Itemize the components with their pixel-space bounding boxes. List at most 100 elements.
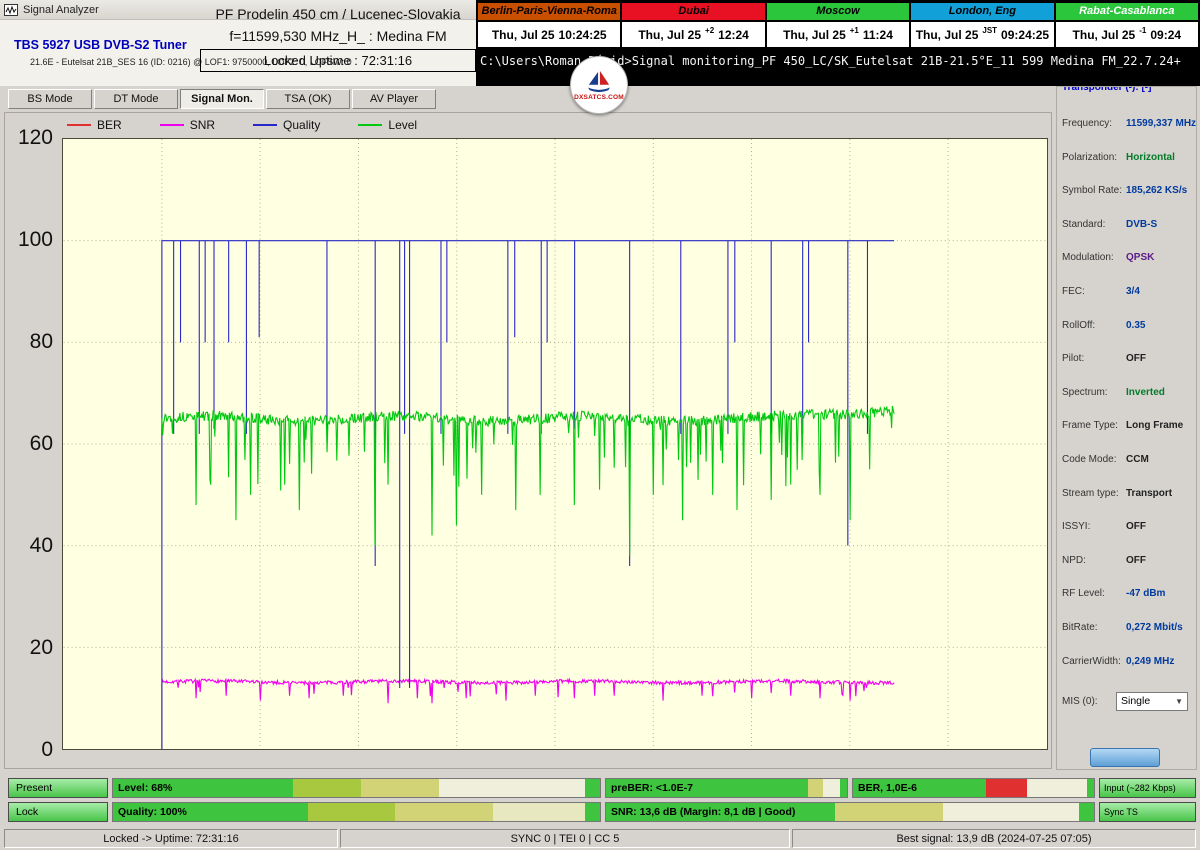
dxsatcs-logo: DXSATCS.COM — [570, 56, 628, 114]
series-snr — [161, 677, 895, 704]
param-row: Code Mode: CCM — [1062, 449, 1196, 483]
sidebar-blue-button[interactable] — [1090, 748, 1160, 768]
param-row: RollOff: 0.35 — [1062, 315, 1196, 349]
param-row: RF Level: -47 dBm — [1062, 583, 1196, 617]
statusbar-best-signal: Best signal: 13,9 dB (2024-07-25 07:05) — [792, 829, 1196, 848]
clock-datetime: Thu, Jul 25 +2 12:24 — [622, 22, 765, 47]
tab-tsa-ok[interactable]: TSA (OK) — [266, 89, 350, 109]
param-value: 185,262 KS/s — [1126, 185, 1188, 197]
param-label: Standard: — [1062, 218, 1106, 230]
present-indicator: Present — [8, 778, 108, 798]
param-row: Modulation: QPSK — [1062, 247, 1196, 281]
param-label: Pilot: — [1062, 353, 1085, 365]
param-label: ISSYI: — [1062, 521, 1091, 533]
y-axis-label: 120 — [17, 126, 53, 149]
param-label: Code Mode: — [1062, 453, 1117, 465]
param-value: -47 dBm — [1126, 588, 1166, 600]
antenna-info-block: PF Prodelin 450 cm / Lucenec-Slovakia f=… — [200, 6, 476, 72]
param-value: Inverted — [1126, 386, 1165, 398]
transponder-partial-row: Transponder (-): [-] — [1062, 87, 1152, 93]
series-quality — [161, 240, 895, 749]
param-row: Polarization: Horizontal — [1062, 147, 1196, 181]
quality-bar: Quality: 100% — [112, 802, 601, 822]
level-bar: Level: 68% — [112, 778, 601, 798]
app-icon — [4, 3, 18, 16]
y-axis-label: 100 — [17, 228, 53, 251]
param-label: Polarization: — [1062, 151, 1118, 163]
bottom-statusbar: Locked -> Uptime: 72:31:16 SYNC 0 | TEI … — [0, 827, 1200, 850]
param-row: CarrierWidth: 0,249 MHz — [1062, 651, 1196, 685]
preber-bar: preBER: <1.0E-7 — [605, 778, 848, 798]
param-label: CarrierWidth: — [1062, 655, 1121, 667]
y-axis-label: 80 — [29, 330, 53, 353]
param-value: 0,249 MHz — [1126, 655, 1175, 667]
param-value: 3/4 — [1126, 285, 1140, 297]
status-row-2: Lock Quality: 100% SNR: 13,6 dB (Margin: 8… — [8, 802, 1196, 822]
mis-selected-value: Single — [1121, 695, 1151, 708]
param-value: CCM — [1126, 453, 1149, 465]
param-value: 0,272 Mbit/s — [1126, 621, 1183, 633]
param-row: Spectrum: Inverted — [1062, 382, 1196, 416]
chart-panel: BER SNR Quality Level 0 20 40 60 80 100 120 — [4, 112, 1052, 769]
dish-title: PF Prodelin 450 cm / Lucenec-Slovakia — [215, 6, 461, 22]
level-bar-label: Level: 68% — [118, 782, 173, 794]
clock-city: Rabat-Casablanca — [1055, 3, 1198, 20]
tab-bs-mode[interactable]: BS Mode — [8, 89, 92, 109]
param-value: OFF — [1126, 521, 1146, 533]
param-value: 11599,337 MHz — [1126, 118, 1197, 129]
signal-chart — [62, 138, 1048, 750]
param-row: Standard: DVB-S — [1062, 214, 1196, 248]
tab-bar: BS Mode DT Mode Signal Mon. TSA (OK) AV Play… — [0, 86, 476, 112]
param-value: DVB-S — [1126, 218, 1158, 230]
tab-dt-mode[interactable]: DT Mode — [94, 89, 178, 109]
mis-select[interactable]: Single ▼ — [1116, 691, 1188, 711]
param-value: Transport — [1126, 487, 1173, 499]
param-label: Frequency: — [1062, 118, 1113, 129]
y-axis-label: 60 — [29, 432, 53, 455]
input-indicator: Input (~282 Kbps) — [1099, 778, 1196, 798]
param-value: Long Frame — [1126, 420, 1184, 432]
param-row: Stream type: Transport — [1062, 483, 1196, 517]
frequency-line: f=11599,530 MHz_H_ : Medina FM — [229, 28, 447, 44]
preber-bar-label: preBER: <1.0E-7 — [611, 782, 693, 794]
window-title: Signal Analyzer — [23, 3, 99, 16]
param-label: Stream type: — [1062, 487, 1119, 499]
param-label: Modulation: — [1062, 252, 1114, 264]
param-row: Frame Type: Long Frame — [1062, 415, 1196, 449]
y-axis-label: 40 — [29, 534, 53, 557]
param-label: RollOff: — [1062, 319, 1096, 331]
series-level — [161, 405, 895, 556]
clock-city: London, Eng — [911, 3, 1054, 20]
lock-indicator: Lock — [8, 802, 108, 822]
param-row: Symbol Rate: 185,262 KS/s — [1062, 180, 1196, 214]
sidebar-params: Frequency: 11599,337 MHz Polarization: Hori… — [1062, 113, 1196, 684]
chart-legend: BER SNR Quality Level — [67, 118, 417, 132]
snr-bar: SNR: 13,6 dB (Margin: 8,1 dB | Good) — [605, 802, 1095, 822]
y-axis-label: 0 — [41, 738, 53, 761]
param-value: Horizontal — [1126, 151, 1175, 163]
tuner-title: TBS 5927 USB DVB-S2 Tuner — [14, 38, 187, 52]
param-row: Frequency: 11599,337 MHz — [1062, 113, 1196, 147]
statusbar-sync-counters: SYNC 0 | TEI 0 | CC 5 — [340, 829, 790, 848]
clock-datetime: Thu, Jul 25 10:24:25 — [478, 22, 621, 47]
legend-item-quality: Quality — [253, 118, 320, 132]
param-label: Symbol Rate: — [1062, 185, 1123, 197]
param-label: RF Level: — [1062, 588, 1105, 600]
y-axis-label: 20 — [29, 636, 53, 659]
clock-city: Dubai — [622, 3, 765, 20]
transponder-sidebar: Transponder (-): [-] Frequency: 11599,337… — [1056, 86, 1197, 770]
clock-datetime: Thu, Jul 25 +1 11:24 — [766, 22, 910, 47]
tab-av-player[interactable]: AV Player — [352, 89, 436, 109]
sync-ts-indicator: Sync TS — [1099, 802, 1196, 822]
logo-text: DXSATCS.COM — [574, 93, 624, 101]
param-value: 0.35 — [1126, 319, 1146, 331]
status-row-1: Present Level: 68% preBER: <1.0E-7 BER, 1,0… — [8, 778, 1196, 798]
clock-datetime: Thu, Jul 25 -1 09:24 — [1055, 22, 1198, 47]
snr-bar-label: SNR: 13,6 dB (Margin: 8,1 dB | Good) — [611, 806, 796, 818]
param-row: FEC: 3/4 — [1062, 281, 1196, 315]
param-row: NPD: OFF — [1062, 550, 1196, 584]
clock-city: Berlin-Paris-Vienna-Roma — [478, 3, 621, 20]
tab-signal-mon[interactable]: Signal Mon. — [180, 89, 264, 109]
param-label: Frame Type: — [1062, 420, 1118, 432]
legend-item-ber: BER — [67, 118, 122, 132]
